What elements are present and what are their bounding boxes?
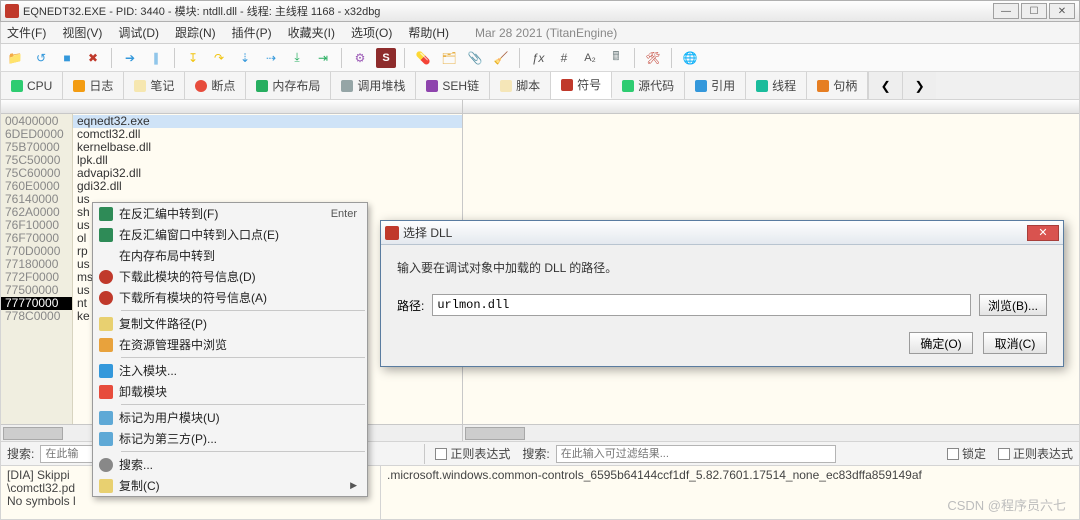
close-button[interactable]: ✕ bbox=[1049, 3, 1075, 19]
dialog-message: 输入要在调试对象中加载的 DLL 的路径。 bbox=[397, 259, 1047, 276]
ctx-download-all-symbols[interactable]: 下载所有模块的符号信息(A) bbox=[93, 287, 367, 308]
restart-icon[interactable]: ↺ bbox=[31, 48, 51, 68]
tab-references[interactable]: 引用 bbox=[685, 72, 746, 99]
close-icon[interactable]: ✖ bbox=[83, 48, 103, 68]
tab-threads[interactable]: 线程 bbox=[746, 72, 807, 99]
pause-icon[interactable]: ∥ bbox=[146, 48, 166, 68]
run-to-icon[interactable]: ⤓ bbox=[287, 48, 307, 68]
tab-script[interactable]: 脚本 bbox=[490, 72, 551, 99]
run-icon[interactable]: ➔ bbox=[120, 48, 140, 68]
menu-debug[interactable]: 调试(D) bbox=[118, 24, 159, 41]
ctx-search[interactable]: 搜索... bbox=[93, 454, 367, 475]
hash-icon[interactable]: # bbox=[554, 48, 574, 68]
path-input[interactable] bbox=[432, 294, 971, 316]
symbols-hscroll[interactable] bbox=[463, 424, 1079, 441]
lock-check[interactable]: 锁定 bbox=[941, 445, 992, 462]
tab-prev[interactable]: ❮ bbox=[868, 72, 902, 99]
tab-log[interactable]: 日志 bbox=[63, 72, 124, 99]
watermark: CSDN @程序员六七 bbox=[947, 495, 1066, 514]
fx-icon[interactable]: ƒx bbox=[528, 48, 548, 68]
engine-info: Mar 28 2021 (TitanEngine) bbox=[475, 26, 617, 40]
menubar: 文件(F) 视图(V) 调试(D) 跟踪(N) 插件(P) 收藏夹(I) 选项(… bbox=[0, 22, 1080, 44]
titlebar: EQNEDT32.EXE - PID: 3440 - 模块: ntdll.dll… bbox=[0, 0, 1080, 22]
stop-icon[interactable]: ■ bbox=[57, 48, 77, 68]
modules-header[interactable] bbox=[1, 100, 462, 114]
patches-icon[interactable]: S bbox=[376, 48, 396, 68]
browse-button[interactable]: 浏览(B)... bbox=[979, 294, 1047, 316]
cancel-button[interactable]: 取消(C) bbox=[983, 332, 1047, 354]
tab-symbols[interactable]: 符号 bbox=[551, 72, 612, 99]
address-column[interactable]: 004000006DED000075B7000075C5000075C60000… bbox=[1, 114, 73, 424]
tab-handles[interactable]: 句柄 bbox=[807, 72, 868, 99]
window-title: EQNEDT32.EXE - PID: 3440 - 模块: ntdll.dll… bbox=[23, 3, 993, 19]
tab-source[interactable]: 源代码 bbox=[612, 72, 685, 99]
bug-icon bbox=[385, 226, 399, 240]
ctx-mark-user[interactable]: 标记为用户模块(U) bbox=[93, 407, 367, 428]
search-label-left: 搜索: bbox=[1, 445, 40, 462]
toolbar: 📁 ↺ ■ ✖ ➔ ∥ ↧ ↷ ⇣ ⇢ ⤓ ⇥ ⚙ S 💊 🗂 📎 🧹 ƒx #… bbox=[0, 44, 1080, 72]
ctx-goto-entry[interactable]: 在反汇编窗口中转到入口点(E) bbox=[93, 224, 367, 245]
trace-into-icon[interactable]: ⇣ bbox=[235, 48, 255, 68]
tab-next[interactable]: ❯ bbox=[902, 72, 936, 99]
symbols-header[interactable] bbox=[463, 100, 1079, 114]
tab-notes[interactable]: 笔记 bbox=[124, 72, 185, 99]
ok-button[interactable]: 确定(O) bbox=[909, 332, 973, 354]
run-until-icon[interactable]: ⇥ bbox=[313, 48, 333, 68]
text-icon[interactable]: A₂ bbox=[580, 48, 600, 68]
regex-check-right[interactable]: 正则表达式 bbox=[992, 445, 1079, 462]
ctx-browse-explorer[interactable]: 在资源管理器中浏览 bbox=[93, 334, 367, 355]
ctx-inject-module[interactable]: 注入模块... bbox=[93, 360, 367, 381]
menu-help[interactable]: 帮助(H) bbox=[408, 24, 449, 41]
settings-icon[interactable]: 🛠 bbox=[643, 48, 663, 68]
comment-icon[interactable]: 💊 bbox=[413, 48, 433, 68]
menu-trace[interactable]: 跟踪(N) bbox=[175, 24, 216, 41]
tab-breakpoints[interactable]: 断点 bbox=[185, 72, 246, 99]
menu-favourites[interactable]: 收藏夹(I) bbox=[288, 24, 335, 41]
menu-file[interactable]: 文件(F) bbox=[7, 24, 46, 41]
maximize-button[interactable]: ☐ bbox=[1021, 3, 1047, 19]
ctx-copy-path[interactable]: 复制文件路径(P) bbox=[93, 313, 367, 334]
tab-seh[interactable]: SEH链 bbox=[416, 72, 490, 99]
tab-cpu[interactable]: CPU bbox=[1, 72, 63, 99]
globe-icon[interactable]: 🌐 bbox=[680, 48, 700, 68]
tab-callstack[interactable]: 调用堆栈 bbox=[331, 72, 416, 99]
label-icon[interactable]: 🗂 bbox=[439, 48, 459, 68]
dialog-close-button[interactable]: ✕ bbox=[1027, 225, 1059, 241]
step-over-icon[interactable]: ↷ bbox=[209, 48, 229, 68]
open-icon[interactable]: 📁 bbox=[5, 48, 25, 68]
scylla-icon[interactable]: ⚙ bbox=[350, 48, 370, 68]
calc-icon[interactable]: 🖩 bbox=[606, 48, 626, 68]
erase-icon[interactable]: 🧹 bbox=[491, 48, 511, 68]
context-menu: 在反汇编中转到(F)Enter 在反汇编窗口中转到入口点(E) 在内存布局中转到… bbox=[92, 202, 368, 497]
menu-plugins[interactable]: 插件(P) bbox=[232, 24, 272, 41]
ctx-goto-memmap[interactable]: 在内存布局中转到 bbox=[93, 245, 367, 266]
window-buttons: — ☐ ✕ bbox=[993, 3, 1075, 19]
path-label: 路径: bbox=[397, 297, 424, 314]
select-dll-dialog: 选择 DLL ✕ 输入要在调试对象中加载的 DLL 的路径。 路径: 浏览(B)… bbox=[380, 220, 1064, 367]
menu-options[interactable]: 选项(O) bbox=[351, 24, 392, 41]
tab-memmap[interactable]: 内存布局 bbox=[246, 72, 331, 99]
search-input-right[interactable] bbox=[556, 445, 836, 463]
ctx-goto-disasm[interactable]: 在反汇编中转到(F)Enter bbox=[93, 203, 367, 224]
bug-icon bbox=[5, 4, 19, 18]
regex-check-left[interactable]: 正则表达式 bbox=[429, 445, 516, 462]
ctx-copy[interactable]: 复制(C)▶ bbox=[93, 475, 367, 496]
ctx-download-symbol[interactable]: 下载此模块的符号信息(D) bbox=[93, 266, 367, 287]
dialog-titlebar[interactable]: 选择 DLL ✕ bbox=[381, 221, 1063, 245]
dialog-title: 选择 DLL bbox=[403, 224, 1027, 241]
step-into-icon[interactable]: ↧ bbox=[183, 48, 203, 68]
minimize-button[interactable]: — bbox=[993, 3, 1019, 19]
bookmark-icon[interactable]: 📎 bbox=[465, 48, 485, 68]
tabs: CPU 日志 笔记 断点 内存布局 调用堆栈 SEH链 脚本 符号 源代码 引用… bbox=[0, 72, 1080, 100]
ctx-mark-thirdparty[interactable]: 标记为第三方(P)... bbox=[93, 428, 367, 449]
ctx-unload-module[interactable]: 卸载模块 bbox=[93, 381, 367, 402]
menu-view[interactable]: 视图(V) bbox=[62, 24, 102, 41]
trace-over-icon[interactable]: ⇢ bbox=[261, 48, 281, 68]
search-label-right: 搜索: bbox=[516, 445, 555, 462]
